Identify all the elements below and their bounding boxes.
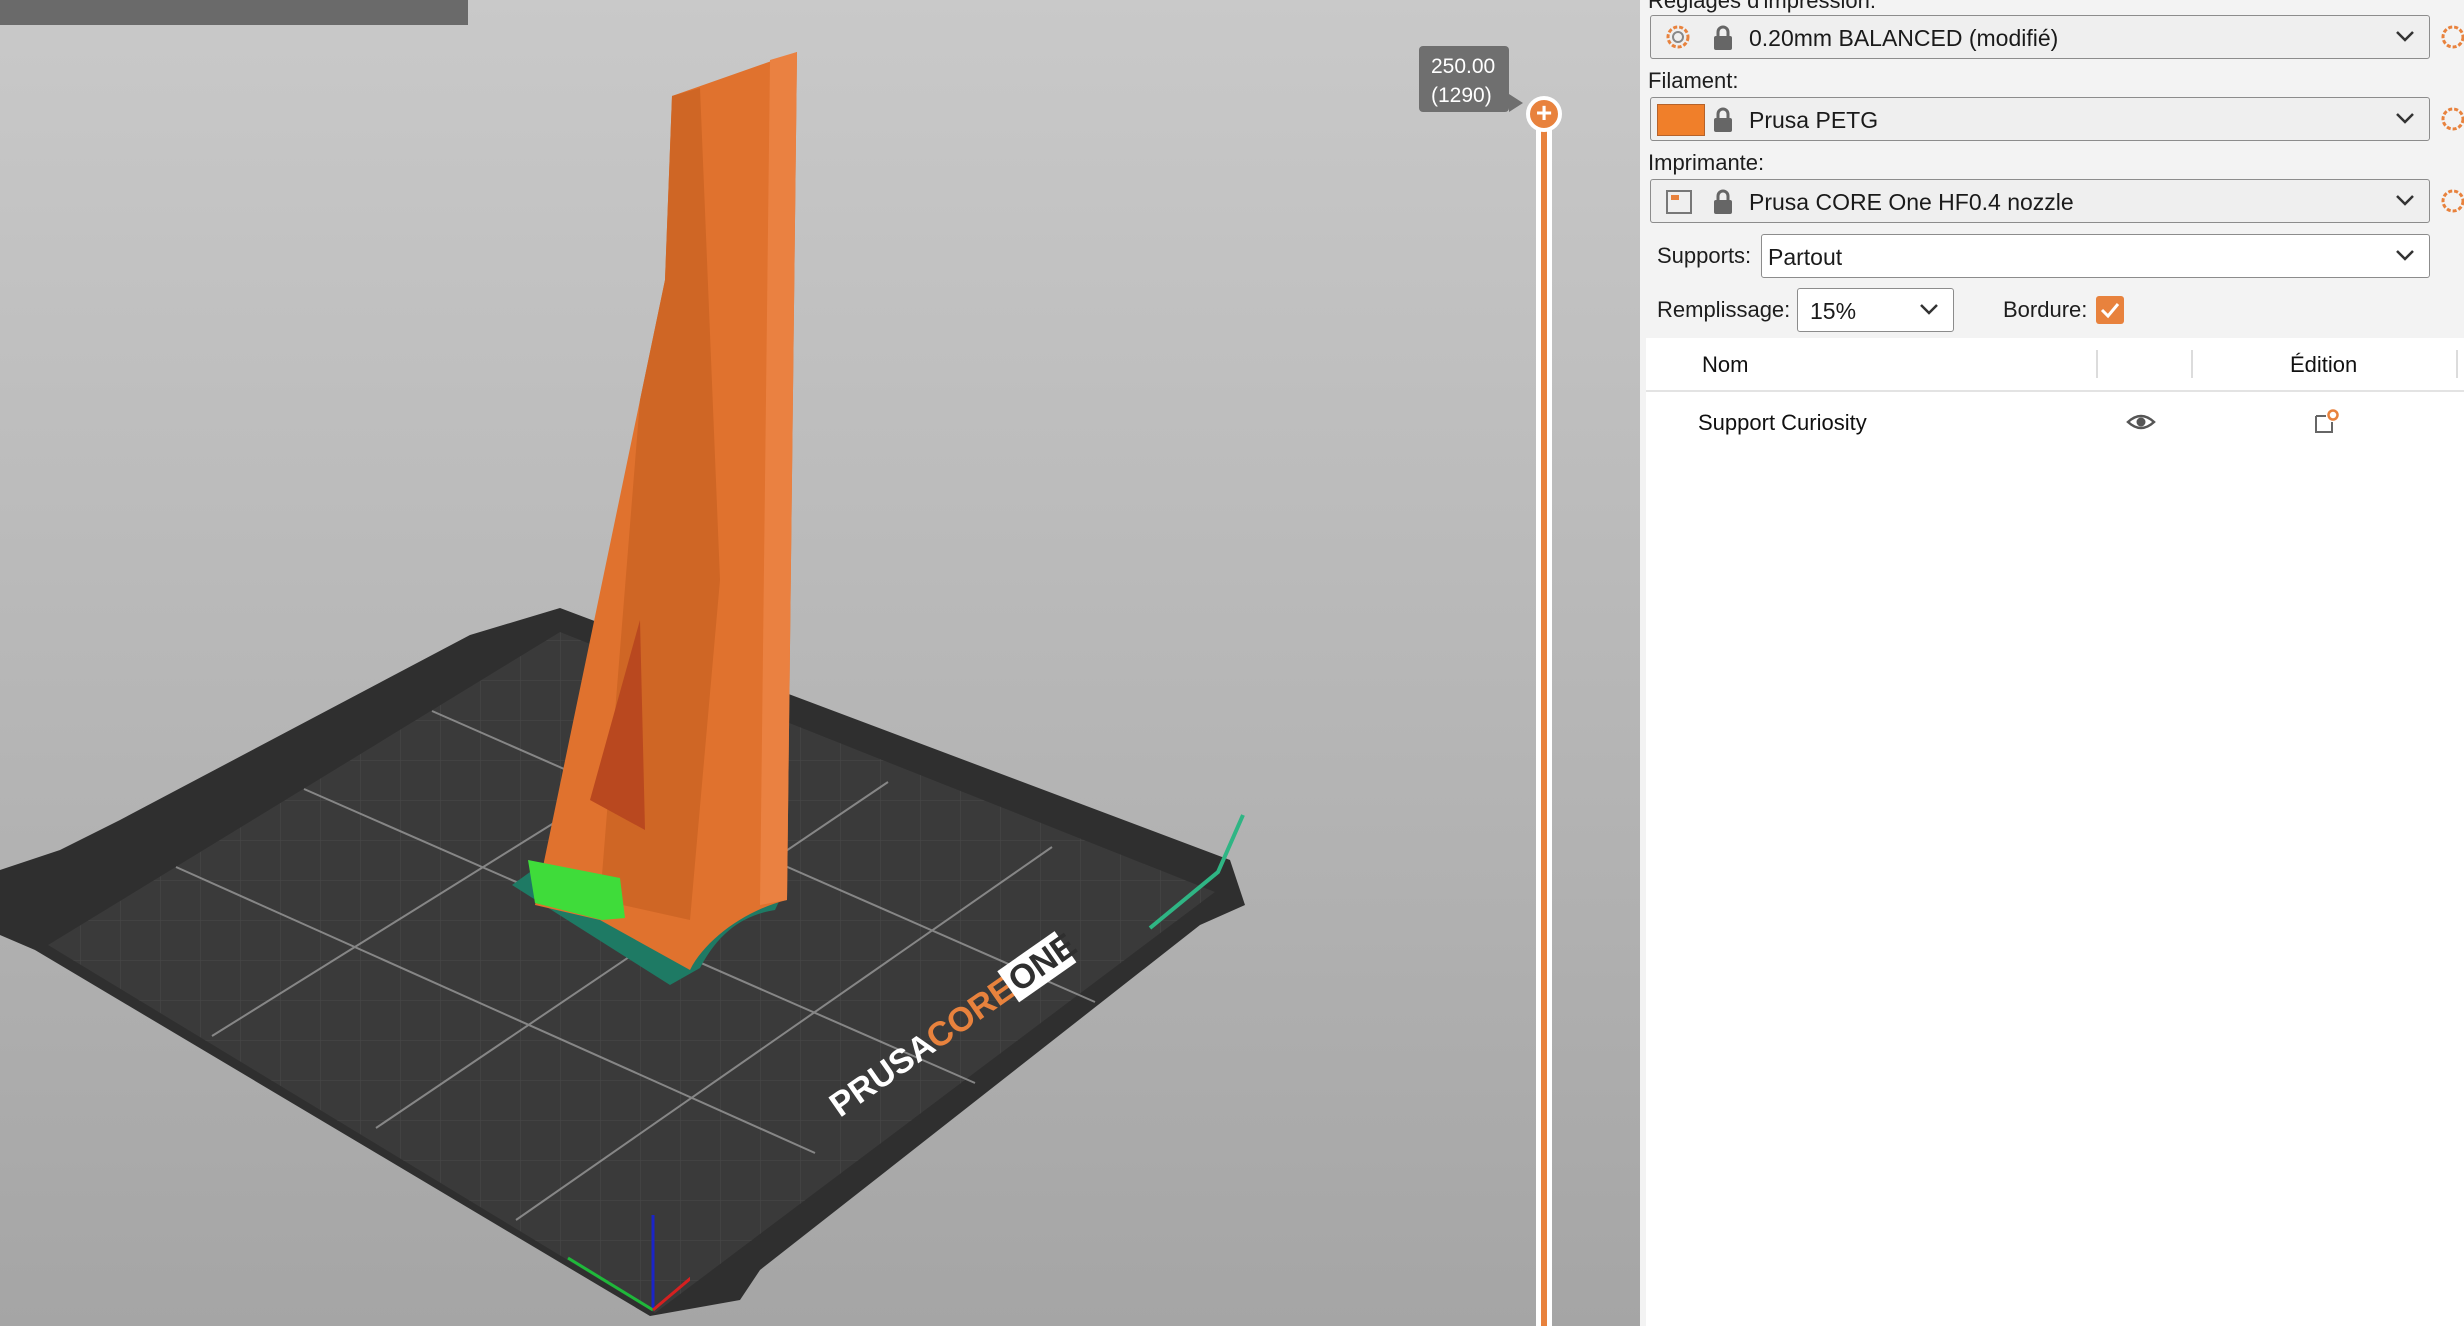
chevron-down-icon xyxy=(2396,250,2414,261)
object-name: Support Curiosity xyxy=(1698,410,1867,435)
column-divider[interactable] xyxy=(2456,350,2458,378)
layer-height-tooltip: 250.00 (1290) xyxy=(1419,46,1523,112)
print-settings-value: 0.20mm BALANCED (modifié) xyxy=(1749,25,2059,51)
lock-icon xyxy=(1714,189,1732,214)
chevron-down-icon xyxy=(1920,304,1938,315)
object-list-header: Nom Édition xyxy=(1646,338,2464,392)
layer-slider-handle[interactable]: + xyxy=(1526,96,1562,132)
column-header-edit[interactable]: Édition xyxy=(2290,352,2357,378)
print-settings-edit-gear-icon[interactable] xyxy=(2438,22,2464,52)
column-divider[interactable] xyxy=(2191,350,2193,378)
column-divider[interactable] xyxy=(2096,350,2098,378)
infill-combo[interactable]: 15% xyxy=(1797,288,1954,332)
filament-value: Prusa PETG xyxy=(1749,107,1879,133)
object-list: Support Curiosity xyxy=(1646,392,2464,1326)
lock-icon xyxy=(1714,25,1732,50)
infill-label: Remplissage: xyxy=(1657,297,1791,322)
supports-value: Partout xyxy=(1768,244,1843,270)
infill-value: 15% xyxy=(1810,298,1857,324)
layer-height-value: 250.00 xyxy=(1431,55,1496,78)
layer-count-value: (1290) xyxy=(1431,84,1492,107)
layer-slider-fill xyxy=(1541,113,1547,1326)
chevron-down-icon xyxy=(2396,113,2414,124)
printer-value: Prusa CORE One HF0.4 nozzle xyxy=(1749,189,2074,215)
print-settings-label: Réglages d'impression: xyxy=(1648,0,1876,13)
eye-icon[interactable] xyxy=(2126,410,2156,434)
printer-label: Imprimante: xyxy=(1648,150,1765,175)
filament-combo[interactable]: Prusa PETG xyxy=(1650,97,2430,141)
filament-edit-gear-icon[interactable] xyxy=(2438,104,2464,134)
edit-settings-icon[interactable] xyxy=(2312,408,2340,436)
printer-edit-gear-icon[interactable] xyxy=(2438,186,2464,216)
column-header-name[interactable]: Nom xyxy=(1702,352,1748,378)
checkmark-icon xyxy=(2100,303,2120,319)
axes-gizmo xyxy=(567,1215,690,1312)
lock-icon xyxy=(1714,107,1732,132)
chevron-down-icon xyxy=(2396,195,2414,206)
supports-label: Supports: xyxy=(1657,243,1752,268)
3d-viewport[interactable]: PRUSA CORE ONE 250.00 (1290) + xyxy=(0,0,1640,1326)
brim-label: Bordure: xyxy=(2003,297,2088,322)
plater-scene: PRUSA CORE ONE xyxy=(0,52,1245,1316)
printer-combo[interactable]: Prusa CORE One HF0.4 nozzle xyxy=(1650,179,2430,223)
chevron-down-icon xyxy=(2396,31,2414,42)
filament-color-swatch[interactable] xyxy=(1657,104,1705,136)
brim-checkbox[interactable] xyxy=(2096,296,2124,324)
print-settings-combo[interactable]: 0.20mm BALANCED (modifié) xyxy=(1650,15,2430,59)
supports-combo[interactable]: Partout xyxy=(1761,234,2430,278)
filament-label: Filament: xyxy=(1648,68,1739,93)
gear-icon xyxy=(1666,25,1690,49)
printer-icon xyxy=(1666,190,1692,214)
list-item[interactable]: Support Curiosity xyxy=(1646,392,2464,452)
